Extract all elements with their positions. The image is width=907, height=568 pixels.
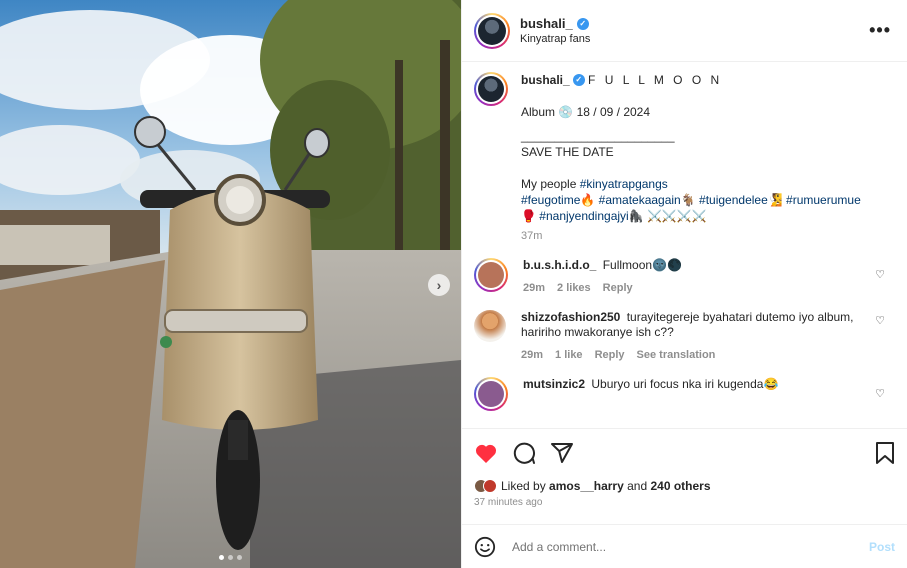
- username-text[interactable]: bushali_: [520, 16, 573, 31]
- liker-avatar[interactable]: [483, 479, 497, 493]
- caption-title: F U L L M O O N: [588, 73, 723, 87]
- caption-emoji: ⚔️⚔️⚔️⚔️: [646, 209, 707, 223]
- comment-meta: 29m 1 like Reply See translation: [521, 348, 877, 363]
- hashtag-link[interactable]: #kinyatrapgangs: [580, 177, 668, 191]
- caption-username[interactable]: bushali_ ✓: [521, 72, 585, 88]
- scooter-photo: [0, 0, 461, 568]
- caption-album-line: Album 💿 18 / 09 / 2024: [521, 105, 651, 119]
- comment-item: b.u.s.h.i.d.o_ Fullmoon🌚🌑 29m 2 likes Re…: [474, 258, 895, 296]
- reply-button[interactable]: Reply: [603, 281, 633, 296]
- comment-likes[interactable]: 2 likes: [557, 281, 591, 296]
- like-comment-heart-icon[interactable]: ♡: [875, 314, 885, 327]
- caption-body-text: My people: [521, 177, 580, 191]
- comment-input[interactable]: [512, 539, 869, 554]
- comment-icon[interactable]: [512, 441, 536, 465]
- likes-prefix: Liked by: [501, 479, 546, 493]
- post-comment-button[interactable]: Post: [869, 540, 895, 554]
- likes-and: and: [627, 479, 648, 493]
- caption-emoji: 🥊: [521, 209, 536, 223]
- caption-text: bushali_ ✓ F U L L M O O N Album 💿 18 / …: [521, 72, 861, 244]
- carousel-dot: [219, 555, 224, 560]
- post-timestamp[interactable]: 37 minutes ago: [474, 497, 895, 508]
- post-photo[interactable]: ›: [0, 0, 461, 568]
- comment-time[interactable]: 29m: [523, 281, 545, 296]
- add-comment-bar: Post: [462, 524, 907, 568]
- avatar[interactable]: [474, 72, 508, 106]
- comment-item: shizzofashion250 turayitegereje byahatar…: [474, 310, 895, 363]
- carousel-dot: [237, 555, 242, 560]
- avatar[interactable]: [474, 258, 508, 292]
- verified-badge-icon: ✓: [572, 74, 585, 86]
- comment-text: Uburyo uri focus nka iri kugenda😂: [591, 377, 779, 391]
- comment-item: mutsinzic2 Uburyo uri focus nka iri kuge…: [474, 377, 895, 411]
- carousel-indicator: [0, 555, 461, 560]
- profile-image: [478, 76, 504, 102]
- like-heart-icon[interactable]: [474, 442, 498, 464]
- comment-text: Fullmoon🌚🌑: [602, 258, 682, 272]
- post-sidebar: bushali_ ✓ Kinyatrap fans ••• bushali_ ✓: [461, 0, 907, 568]
- action-bar: Liked by amos__harry and 240 others 37 m…: [462, 428, 907, 524]
- profile-image: [478, 381, 504, 407]
- verified-badge-icon: ✓: [576, 17, 589, 30]
- caption-timestamp[interactable]: 37m: [521, 228, 861, 244]
- share-icon[interactable]: [550, 441, 574, 465]
- caption: bushali_ ✓ F U L L M O O N Album 💿 18 / …: [474, 72, 895, 244]
- location-link[interactable]: Kinyatrap fans: [520, 33, 590, 45]
- profile-image: [478, 262, 504, 288]
- post-header: bushali_ ✓ Kinyatrap fans •••: [462, 0, 907, 62]
- comment-likes[interactable]: 1 like: [555, 348, 583, 363]
- hashtag-link[interactable]: #feugotime🔥: [521, 193, 595, 207]
- hashtag-link[interactable]: #nanjyendingajyi🦍: [539, 209, 643, 223]
- comment-username[interactable]: mutsinzic2: [523, 377, 585, 391]
- carousel-next-button[interactable]: ›: [428, 274, 450, 296]
- post-viewer: › bushali_ ✓ Kinyatrap fans ••• bushali_…: [0, 0, 907, 568]
- author-username[interactable]: bushali_ ✓: [520, 16, 589, 31]
- likes-others-link[interactable]: 240 others: [650, 479, 710, 493]
- username-text[interactable]: bushali_: [521, 72, 570, 88]
- comment-meta: 29m 2 likes Reply: [523, 281, 877, 296]
- comment-username[interactable]: b.u.s.h.i.d.o_: [523, 258, 596, 272]
- comment-time[interactable]: 29m: [521, 348, 543, 363]
- hashtag-link[interactable]: #amatekaagain🐐: [599, 193, 696, 207]
- caption-save-the-date: SAVE THE DATE: [521, 145, 614, 159]
- profile-image: [478, 16, 506, 45]
- emoji-icon[interactable]: [474, 536, 496, 558]
- avatar[interactable]: [474, 12, 510, 49]
- avatar[interactable]: [474, 377, 508, 411]
- carousel-dot: [228, 555, 233, 560]
- more-options-icon[interactable]: •••: [865, 20, 895, 41]
- liker-username[interactable]: amos__harry: [549, 479, 624, 493]
- save-bookmark-icon[interactable]: [875, 441, 895, 465]
- hashtag-link[interactable]: #rumuerumue: [786, 193, 861, 207]
- like-comment-heart-icon[interactable]: ♡: [875, 387, 885, 400]
- see-translation-button[interactable]: See translation: [637, 348, 716, 363]
- hashtag-link[interactable]: #tuigendelee🧏: [699, 193, 783, 207]
- comments-list[interactable]: bushali_ ✓ F U L L M O O N Album 💿 18 / …: [462, 62, 907, 428]
- comment-username[interactable]: shizzofashion250: [521, 310, 620, 324]
- caption-body: My people #kinyatrapgangs: [521, 176, 861, 192]
- caption-divider: _______________________: [521, 129, 675, 143]
- reply-button[interactable]: Reply: [595, 348, 625, 363]
- like-comment-heart-icon[interactable]: ♡: [875, 268, 885, 281]
- likes-summary: Liked by amos__harry and 240 others: [474, 479, 895, 493]
- avatar[interactable]: [474, 310, 506, 342]
